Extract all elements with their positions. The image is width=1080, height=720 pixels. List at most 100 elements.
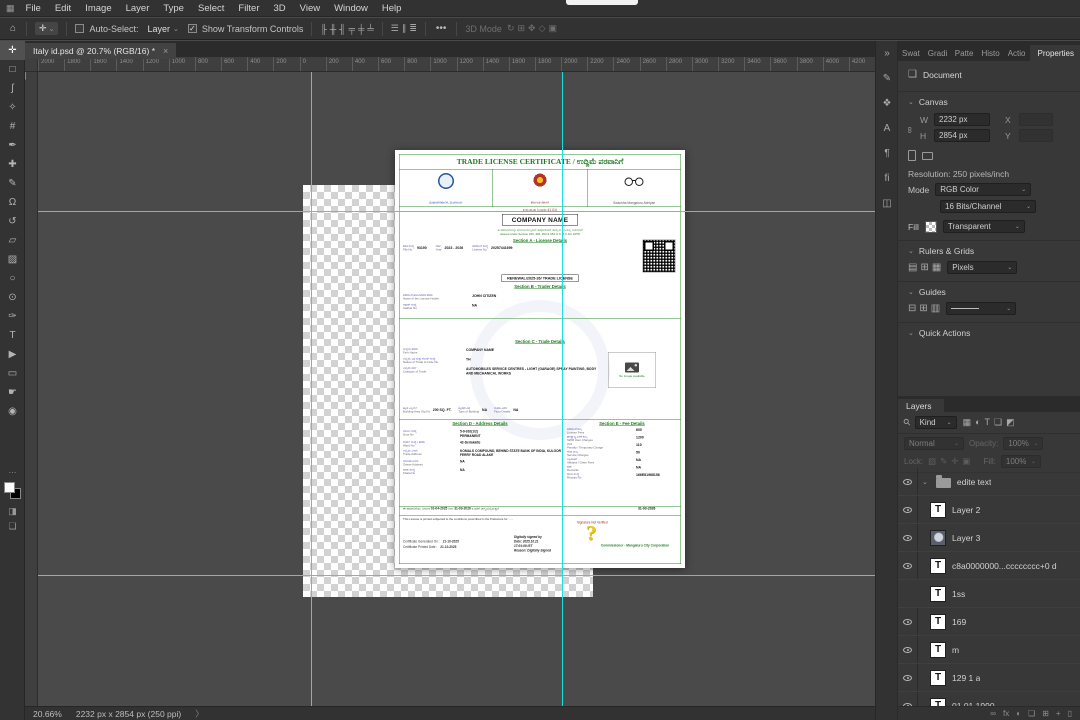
opacity-dropdown[interactable]: 100% ⌄ <box>1003 437 1044 450</box>
color-mode-dropdown[interactable]: RGB Color ⌄ <box>935 183 1032 196</box>
layer-row[interactable]: ⌄ Layer 2 <box>898 496 1080 524</box>
move-tool[interactable]: ✛ <box>0 41 25 60</box>
menu-item[interactable]: Image <box>78 3 118 14</box>
crop-tool[interactable]: # <box>0 117 25 136</box>
path-selection-tool[interactable]: ▶ <box>0 345 25 364</box>
symmetry-panel-icon[interactable]: ❖ <box>876 91 898 116</box>
menu-item[interactable]: Edit <box>48 3 78 14</box>
menu-item[interactable]: Select <box>191 3 231 14</box>
guide-option-icon[interactable]: ▥ <box>931 303 940 314</box>
menu-item[interactable]: View <box>293 3 327 14</box>
visibility-toggle[interactable] <box>898 496 918 523</box>
filter-type-icon[interactable]: ▦ <box>963 417 972 428</box>
visibility-toggle[interactable] <box>898 636 918 663</box>
zoom-tool[interactable]: ◉ <box>0 402 25 421</box>
brush-settings-panel-icon[interactable]: ✎ <box>876 66 898 91</box>
canvas-fill-dropdown[interactable]: Transparent ⌄ <box>942 220 1025 233</box>
units-dropdown[interactable]: Pixels ⌄ <box>947 261 1018 274</box>
visibility-toggle[interactable] <box>898 692 918 706</box>
visibility-toggle[interactable] <box>898 608 918 635</box>
pen-tool[interactable]: ✑ <box>0 307 25 326</box>
filter-kind-dropdown[interactable]: Kind ⌄ <box>914 416 957 429</box>
layers-footer-icon[interactable]: ∞ <box>990 709 996 718</box>
layer-row[interactable]: ⌄ 129 1 a <box>898 664 1080 692</box>
lock-option-icon[interactable]: ✛ <box>951 456 958 467</box>
visibility-toggle[interactable] <box>898 664 918 691</box>
distribute-icon[interactable]: ≣ <box>409 23 417 34</box>
brush-tool[interactable]: ✎ <box>0 174 25 193</box>
glyphs-panel-icon[interactable]: ﬁ <box>876 166 898 191</box>
character-panel-icon[interactable]: A <box>876 116 898 141</box>
guide-option-icon[interactable]: ⊞ <box>919 303 927 314</box>
landscape-orientation-icon[interactable] <box>922 151 933 160</box>
lock-option-icon[interactable]: ▨ <box>928 456 936 467</box>
panel-tab[interactable]: Actio <box>1004 45 1030 61</box>
bit-depth-dropdown[interactable]: 16 Bits/Channel ⌄ <box>940 200 1036 213</box>
layers-footer-icon[interactable]: + <box>1056 709 1061 718</box>
layer-row[interactable]: ⌄ c8a0000000...cccccccc+0 d <box>898 552 1080 580</box>
lock-option-icon[interactable]: ✎ <box>940 456 947 467</box>
filter-type-icon[interactable]: ◩ <box>1006 417 1015 428</box>
panel-tab[interactable]: Properties <box>1029 45 1080 61</box>
layer-row[interactable]: ⌄ 169 <box>898 608 1080 636</box>
layer-row[interactable]: ⌄ m <box>898 636 1080 664</box>
panel-tab[interactable]: Swat <box>898 45 924 61</box>
width-field[interactable]: 2232 px <box>934 113 990 126</box>
visibility-toggle[interactable] <box>898 468 918 495</box>
dodge-tool[interactable]: ⊙ <box>0 288 25 307</box>
layer-row[interactable]: ⌄ 1ss <box>898 580 1080 608</box>
expand-group-icon[interactable]: ⌄ <box>922 478 928 486</box>
3d-mode-icon[interactable]: ↻ <box>507 23 515 34</box>
align-icon[interactable]: ╟ <box>320 24 326 34</box>
guide-style-dropdown[interactable]: ⌄ <box>946 302 1017 315</box>
align-icon[interactable]: ╧ <box>367 24 373 34</box>
filter-type-icon[interactable]: ❏ <box>994 417 1002 428</box>
quick-mask-icon[interactable]: ◨ <box>0 504 25 519</box>
link-dimensions-icon[interactable]: ∞ <box>905 127 915 133</box>
close-document-icon[interactable]: × <box>163 46 168 56</box>
blur-tool[interactable]: ○ <box>0 269 25 288</box>
layers-footer-icon[interactable]: ▯ <box>1068 709 1072 718</box>
show-transform-checkbox[interactable]: ✓ <box>187 24 197 33</box>
edit-toolbar-icon[interactable]: ⋯ <box>0 468 25 477</box>
menu-item[interactable]: Window <box>327 3 375 14</box>
menu-item[interactable]: File <box>19 3 48 14</box>
3d-mode-icon[interactable]: ◇ <box>539 23 546 34</box>
app-icon[interactable]: ▦ <box>6 3 15 14</box>
foreground-color-swatch[interactable] <box>4 482 15 493</box>
paragraph-panel-icon[interactable]: ¶ <box>876 141 898 166</box>
panel-tab[interactable]: Histo <box>977 45 1003 61</box>
shape-tool[interactable]: ▭ <box>0 364 25 383</box>
3d-mode-icon[interactable]: ⊞ <box>518 23 526 34</box>
vertical-ruler[interactable]: 8006004002000200400600800100012001400160… <box>25 72 38 706</box>
clone-stamp-tool[interactable]: Ω <box>0 193 25 212</box>
fill-dropdown[interactable]: 100% ⌄ <box>1000 455 1041 468</box>
layers-footer-icon[interactable]: ⊞ <box>1042 709 1049 718</box>
align-icon[interactable]: ╤ <box>349 24 355 34</box>
layer-row[interactable]: ⌄ edite text <box>898 468 1080 496</box>
panel-tab[interactable]: Patte <box>951 45 978 61</box>
align-icon[interactable]: ╢ <box>339 24 345 34</box>
layers-footer-icon[interactable]: fx <box>1003 709 1009 718</box>
canvas-area[interactable]: TRADE LICENSE CERTIFICATE / ಉದ್ದಿಮೆ ಪರವಾ… <box>38 72 875 706</box>
ruler-grid-icon[interactable]: ▤ <box>908 262 917 273</box>
layer-row[interactable]: ⌄ Layer 3 <box>898 524 1080 552</box>
healing-brush-tool[interactable]: ✚ <box>0 155 25 174</box>
more-options-icon[interactable]: ••• <box>434 23 449 34</box>
layers-tab[interactable]: Layers <box>898 399 944 413</box>
distribute-icon[interactable]: ∥ <box>402 23 407 34</box>
lasso-tool[interactable]: ʃ <box>0 79 25 98</box>
filter-type-icon[interactable]: ◐ <box>975 417 980 428</box>
3d-mode-icon[interactable]: ▣ <box>549 23 558 34</box>
active-tool-icon[interactable]: ✛ ⌄ <box>35 22 59 35</box>
chevron-down-icon[interactable]: ⌄ <box>908 247 914 255</box>
portrait-orientation-icon[interactable] <box>908 150 916 161</box>
visibility-toggle[interactable] <box>898 524 918 551</box>
home-icon[interactable]: ⌂ <box>8 23 18 34</box>
height-field[interactable]: 2854 px <box>934 129 990 142</box>
gradient-tool[interactable]: ▨ <box>0 250 25 269</box>
align-icon[interactable]: ╫ <box>330 24 336 34</box>
collapse-panels-icon[interactable]: » <box>876 41 898 66</box>
quick-selection-tool[interactable]: ✧ <box>0 98 25 117</box>
hand-tool[interactable]: ☛ <box>0 383 25 402</box>
